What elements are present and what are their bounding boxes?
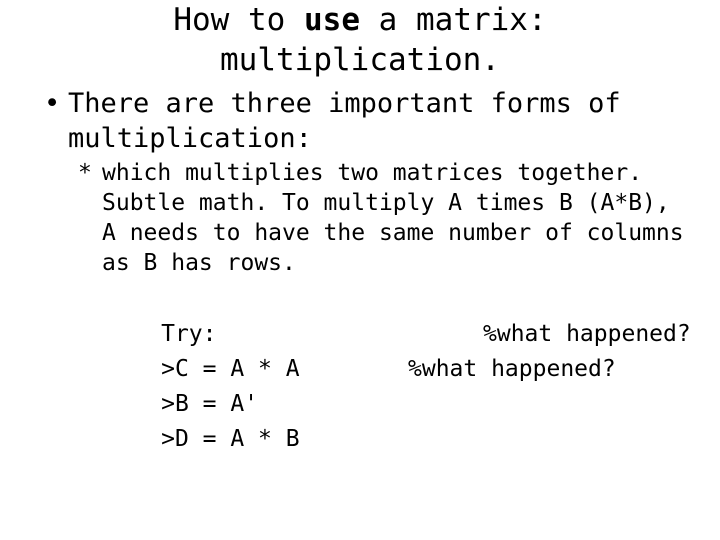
sub-bullet-text: which multiplies two matrices together. S… <box>102 158 684 278</box>
slide-title: How to use a matrix: multiplication. <box>0 0 720 80</box>
bullet-item-label: There are three important forms of multi… <box>68 88 637 154</box>
sub-bullet-line-1: which multiplies two matrices together. <box>102 160 643 186</box>
sub-bullet-list: * which multiplies two matrices together… <box>78 158 720 278</box>
bullet-item: • There are three important forms of mul… <box>44 86 720 156</box>
bullet-marker-icon: • <box>44 88 61 119</box>
asterisk-marker-icon: * <box>78 160 92 186</box>
sub-bullet-line-4: as B has rows. <box>102 250 296 276</box>
code-command-3: >D = A * B <box>161 426 300 452</box>
code-example-block: Try: >C = A * A %what happened? >B = A' … <box>78 282 720 452</box>
sub-bullet-line-2: Subtle math. To multiply A times B (A*B)… <box>102 190 670 216</box>
sub-bullet-item: * which multiplies two matrices together… <box>78 158 720 278</box>
title-line-1-post: a matrix: <box>360 2 547 38</box>
title-emphasis-use: use <box>304 2 360 38</box>
title-line-2: multiplication. <box>220 42 500 78</box>
code-line-1: >C = A * A %what happened? <box>78 317 720 382</box>
sub-bullet-line-3: A needs to have the same number of colum… <box>102 220 684 246</box>
title-line-1: How to use a matrix: <box>0 0 720 40</box>
code-comment-1: %what happened? <box>483 321 691 347</box>
code-heading: Try: <box>78 282 720 347</box>
code-line-2: >B = A' %what happened? <box>78 352 720 417</box>
code-line-3: >D = A * B <box>78 387 720 452</box>
bullet-list: • There are three important forms of mul… <box>44 86 720 156</box>
title-line-1-pre: How to <box>173 2 304 38</box>
slide-canvas: How to use a matrix: multiplication. • T… <box>0 0 720 540</box>
code-comment-2: %what happened? <box>408 356 616 382</box>
